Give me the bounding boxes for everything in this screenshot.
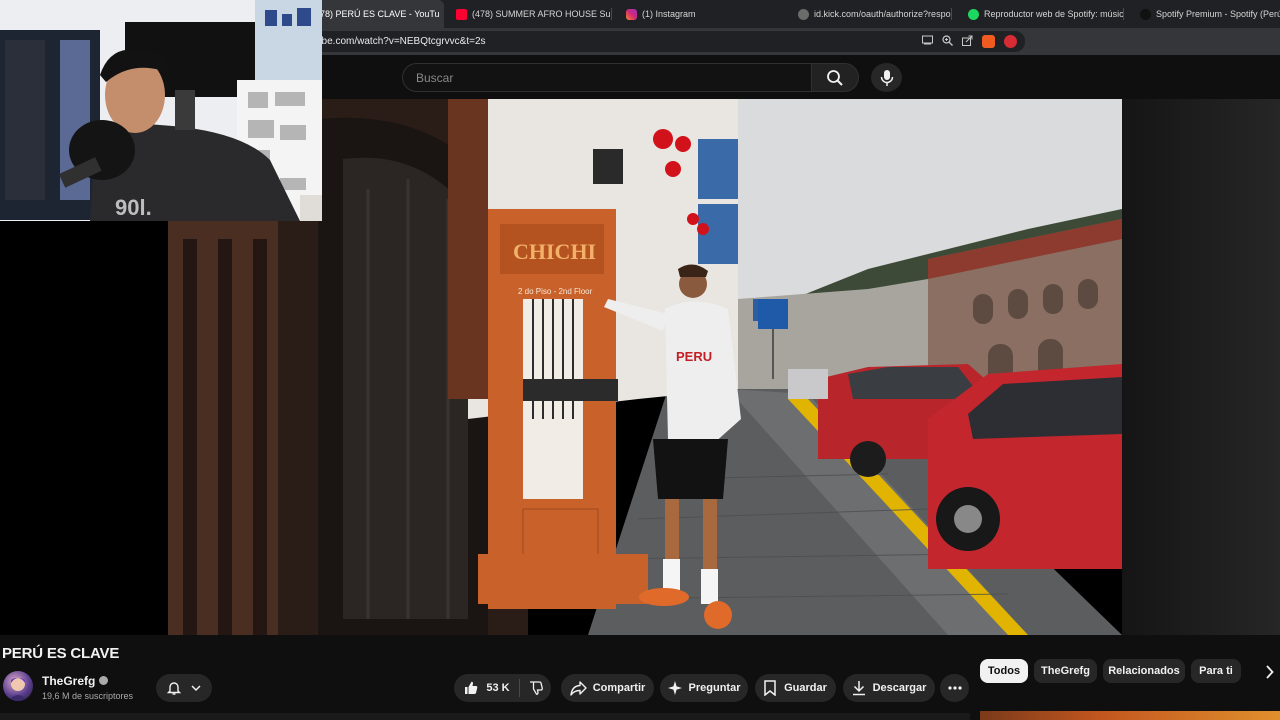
globe-favicon-icon [798,8,809,20]
sign-text: CHICHI [513,239,596,264]
cast-icon[interactable] [922,35,933,48]
channel-name[interactable]: TheGrefg [42,674,109,688]
recommended-thumbnail-peek[interactable] [980,711,1280,720]
more-actions-button[interactable] [940,674,969,702]
chip-todos[interactable]: Todos [980,659,1028,683]
video-player[interactable]: CHICHI 2 do Piso - 2nd Floor PERU 90l. [0,0,1280,635]
chevron-right-icon [1265,665,1274,679]
tab-title: Reproductor web de Spotify: música [984,9,1124,19]
search-icon [827,69,843,86]
microphone-icon [880,69,893,86]
address-bar-icons [922,31,1017,52]
video-title: PERÚ ES CLAVE [2,645,120,662]
address-bar[interactable]: ube.com/watch?v=NEBQtcgrvvc&t=2s [300,31,1025,52]
bookmark-icon [764,680,776,696]
sign-subtext: 2 do Piso - 2nd Floor [518,287,593,296]
url-text: ube.com/watch?v=NEBQtcgrvvc&t=2s [316,36,486,47]
chevron-down-icon [191,685,201,692]
like-button[interactable]: 53 K [454,674,519,702]
chips-next-button[interactable] [1260,663,1278,681]
tab-title: Spotify Premium - Spotify (Perú) [1156,9,1280,19]
chip-relacionados[interactable]: Relacionados [1103,659,1185,683]
verified-badge-icon [99,676,109,686]
share-page-icon[interactable] [962,35,973,49]
youtube-favicon-icon [456,8,467,20]
tab-youtube-active[interactable]: 78) PERÚ ES CLAVE - YouTu × [316,0,444,28]
brave-shield-icon[interactable] [982,35,995,48]
ask-button[interactable]: Preguntar [660,674,748,702]
like-dislike-group: 53 K [454,674,551,702]
tab-separator [1123,8,1124,20]
instagram-favicon-icon [626,8,637,20]
save-label: Guardar [784,682,827,694]
bell-icon [166,682,182,695]
screen: 78) PERÚ ES CLAVE - YouTu × (478) SUMMER… [0,0,1280,720]
tab-summer-afro-house[interactable]: (478) SUMMER AFRO HOUSE Sunset [452,0,612,28]
notification-bell-button[interactable] [156,674,212,702]
spotify-favicon-icon [968,8,979,20]
share-button[interactable]: Compartir [561,674,654,702]
extension-badge-icon[interactable] [1004,35,1017,48]
zoom-icon[interactable] [942,34,953,49]
tab-title: (1) Instagram [642,9,696,19]
sparkle-icon [667,681,682,695]
tab-title: (478) SUMMER AFRO HOUSE Sunset [472,9,612,19]
download-button[interactable]: Descargar [843,674,935,702]
save-button[interactable]: Guardar [755,674,836,702]
webcam-overlay: 90l. [0,0,322,221]
share-label: Compartir [592,682,646,694]
channel-name-text: TheGrefg [42,674,96,688]
voice-search-button[interactable] [871,63,902,92]
tab-instagram[interactable]: (1) Instagram [622,0,782,28]
chip-para-ti[interactable]: Para ti [1191,659,1241,683]
avatar-image [8,677,28,701]
download-label: Descargar [872,682,927,694]
like-count: 53 K [486,682,510,694]
search-button[interactable] [811,63,859,92]
tab-title: id.kick.com/oauth/authorize?respons [814,9,952,19]
tab-spotify-web-player[interactable]: Reproductor web de Spotify: música [964,0,1124,28]
thumbs-up-icon [465,681,478,694]
shirt-text: PERU [676,349,712,364]
search-placeholder: Buscar [416,70,454,85]
comment-area-peek [0,713,970,720]
more-horizontal-icon [947,686,962,690]
share-arrow-icon [570,680,587,696]
tab-spotify-premium[interactable]: Spotify Premium - Spotify (Perú) [1136,0,1280,28]
svg-text:90l.: 90l. [115,195,152,220]
video-metadata: PERÚ ES CLAVE TheGrefg 19,6 M de suscrip… [0,635,1280,720]
search-input[interactable]: Buscar [402,63,812,92]
download-icon [852,681,865,696]
streamer-webcam-image: 90l. [0,0,322,221]
tab-kick-oauth[interactable]: id.kick.com/oauth/authorize?respons [794,0,952,28]
ask-label: Preguntar [688,682,741,694]
tab-separator [951,8,952,20]
spotify-dark-favicon-icon [1140,8,1151,20]
tab-separator [611,8,612,20]
subscriber-count: 19,6 M de suscriptores [42,691,134,701]
dislike-button[interactable] [520,674,551,702]
channel-avatar[interactable] [3,671,33,701]
video-side-shadow [1122,99,1280,635]
chip-thegrefg[interactable]: TheGrefg [1034,659,1097,683]
thumbs-down-icon [529,681,543,695]
tab-title: 78) PERÚ ES CLAVE - YouTu [320,9,440,19]
